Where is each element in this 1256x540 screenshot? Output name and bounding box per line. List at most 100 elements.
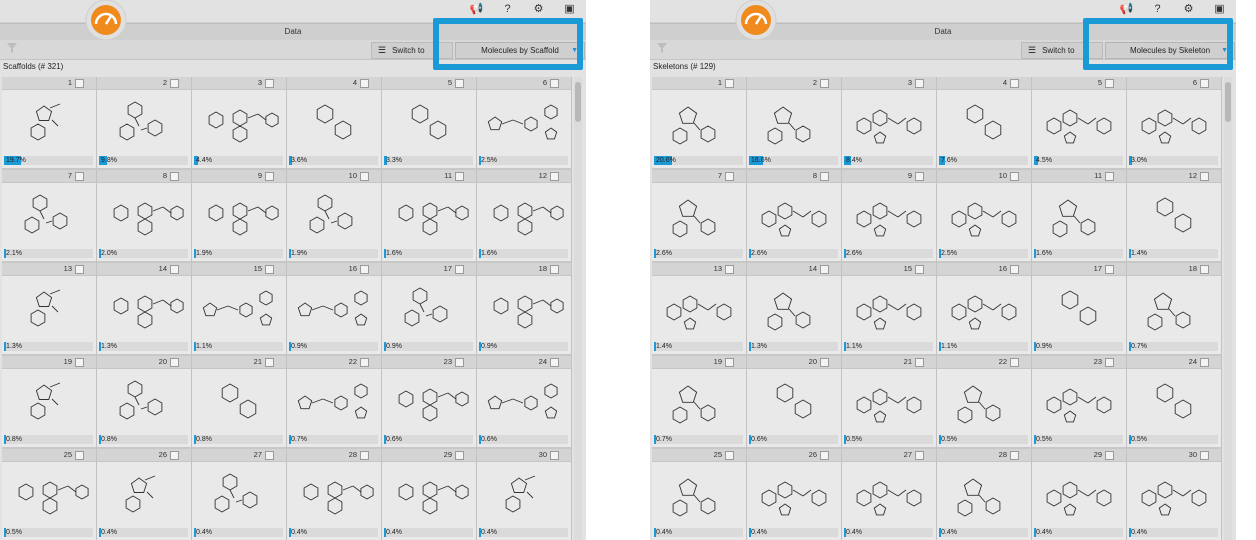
card-checkbox[interactable] [1200,265,1209,274]
structure-card[interactable]: 10 1.9% [287,170,382,263]
structure-card[interactable]: 17 0.9% [382,263,477,356]
card-checkbox[interactable] [1010,265,1019,274]
card-checkbox[interactable] [360,265,369,274]
filter-icon[interactable] [657,43,667,53]
structure-card[interactable]: 22 0.5% [937,356,1032,449]
card-checkbox[interactable] [265,451,274,460]
card-checkbox[interactable] [1010,451,1019,460]
structure-card[interactable]: 15 1.1% [192,263,287,356]
structure-card[interactable]: 27 0.4% [842,449,937,540]
card-checkbox[interactable] [1010,358,1019,367]
card-checkbox[interactable] [820,451,829,460]
structure-card[interactable]: 4 7.6% [937,77,1032,170]
structure-card[interactable]: 11 1.6% [382,170,477,263]
structure-card[interactable]: 17 0.9% [1032,263,1127,356]
card-checkbox[interactable] [170,172,179,181]
structure-card[interactable]: 9 1.9% [192,170,287,263]
structure-card[interactable]: 3 4.4% [192,77,287,170]
card-checkbox[interactable] [1105,79,1114,88]
structure-card[interactable]: 29 0.4% [382,449,477,540]
structure-card[interactable]: 21 0.8% [192,356,287,449]
card-checkbox[interactable] [820,265,829,274]
card-checkbox[interactable] [75,172,84,181]
structure-card[interactable]: 12 1.4% [1127,170,1222,263]
help-icon[interactable]: ? [499,2,516,16]
structure-card[interactable]: 24 0.6% [477,356,572,449]
structure-card[interactable]: 20 0.8% [97,356,192,449]
structure-card[interactable]: 30 0.4% [477,449,572,540]
card-checkbox[interactable] [455,79,464,88]
card-checkbox[interactable] [725,451,734,460]
structure-card[interactable]: 18 0.9% [477,263,572,356]
card-checkbox[interactable] [170,79,179,88]
card-checkbox[interactable] [725,265,734,274]
structure-card[interactable]: 5 4.5% [1032,77,1127,170]
card-checkbox[interactable] [915,172,924,181]
structure-card[interactable]: 22 0.7% [287,356,382,449]
structure-card[interactable]: 14 1.3% [97,263,192,356]
card-checkbox[interactable] [265,265,274,274]
card-checkbox[interactable] [360,172,369,181]
card-checkbox[interactable] [75,358,84,367]
card-checkbox[interactable] [1105,358,1114,367]
dashboard-logo-icon[interactable] [84,0,128,42]
screenshot-icon[interactable]: ▣ [561,2,578,16]
structure-card[interactable]: 25 0.5% [2,449,97,540]
card-checkbox[interactable] [915,358,924,367]
card-checkbox[interactable] [725,79,734,88]
structure-card[interactable]: 24 0.5% [1127,356,1222,449]
screenshot-icon[interactable]: ▣ [1211,2,1228,16]
card-checkbox[interactable] [820,79,829,88]
structure-card[interactable]: 8 2.6% [747,170,842,263]
scrollbar-thumb[interactable] [1225,82,1231,122]
structure-card[interactable]: 23 0.6% [382,356,477,449]
card-checkbox[interactable] [550,358,559,367]
card-checkbox[interactable] [550,172,559,181]
scrollbar[interactable] [1224,77,1232,540]
structure-card[interactable]: 16 1.1% [937,263,1032,356]
card-checkbox[interactable] [1200,79,1209,88]
card-checkbox[interactable] [455,265,464,274]
announce-icon[interactable]: 📢 [468,2,485,16]
structure-card[interactable]: 13 1.3% [2,263,97,356]
card-checkbox[interactable] [265,172,274,181]
card-checkbox[interactable] [1200,358,1209,367]
card-checkbox[interactable] [725,358,734,367]
card-checkbox[interactable] [1010,79,1019,88]
card-checkbox[interactable] [1200,451,1209,460]
card-checkbox[interactable] [820,172,829,181]
card-checkbox[interactable] [915,451,924,460]
structure-card[interactable]: 6 2.5% [477,77,572,170]
structure-card[interactable]: 25 0.4% [652,449,747,540]
structure-card[interactable]: 1 19.7% [2,77,97,170]
card-checkbox[interactable] [360,79,369,88]
card-checkbox[interactable] [360,358,369,367]
card-checkbox[interactable] [455,358,464,367]
card-checkbox[interactable] [170,265,179,274]
structure-card[interactable]: 16 0.9% [287,263,382,356]
structure-card[interactable]: 2 9.8% [97,77,192,170]
dashboard-logo-icon[interactable] [734,0,778,42]
structure-card[interactable]: 26 0.4% [747,449,842,540]
structure-card[interactable]: 14 1.3% [747,263,842,356]
card-checkbox[interactable] [550,265,559,274]
card-checkbox[interactable] [1105,451,1114,460]
card-checkbox[interactable] [1200,172,1209,181]
structure-card[interactable]: 7 2.1% [2,170,97,263]
card-checkbox[interactable] [915,79,924,88]
card-checkbox[interactable] [75,79,84,88]
structure-card[interactable]: 27 0.4% [192,449,287,540]
structure-card[interactable]: 3 8.4% [842,77,937,170]
structure-card[interactable]: 7 2.6% [652,170,747,263]
structure-card[interactable]: 18 0.7% [1127,263,1222,356]
card-checkbox[interactable] [455,172,464,181]
structure-card[interactable]: 28 0.4% [287,449,382,540]
card-checkbox[interactable] [360,451,369,460]
card-checkbox[interactable] [725,172,734,181]
card-checkbox[interactable] [550,451,559,460]
structure-card[interactable]: 15 1.1% [842,263,937,356]
structure-card[interactable]: 28 0.4% [937,449,1032,540]
structure-card[interactable]: 19 0.7% [652,356,747,449]
scrollbar-thumb[interactable] [575,82,581,122]
structure-card[interactable]: 9 2.6% [842,170,937,263]
